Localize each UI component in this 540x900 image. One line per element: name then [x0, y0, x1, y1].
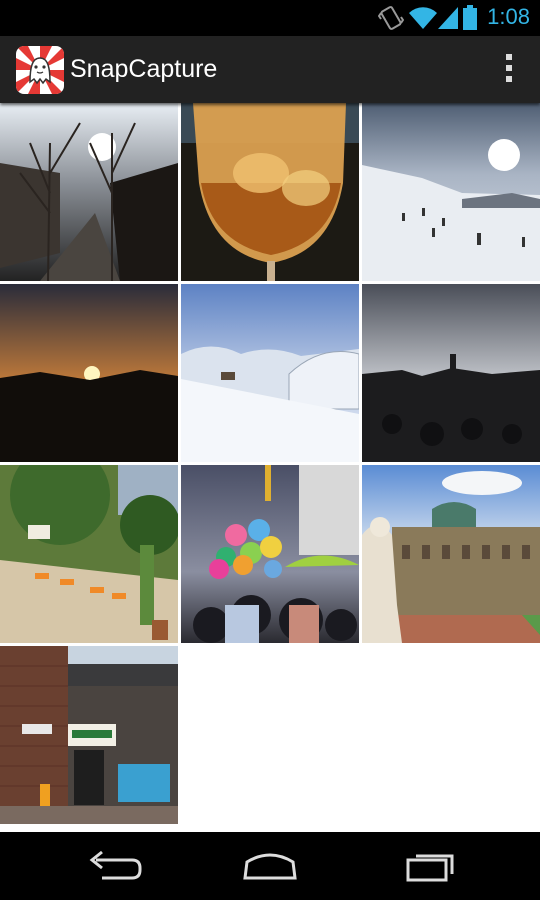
photo-thumbnail[interactable] [0, 465, 178, 643]
vibrate-icon [377, 5, 405, 36]
wifi-icon [408, 5, 438, 36]
photo-thumbnail[interactable] [362, 465, 540, 643]
battery-icon [462, 5, 478, 36]
photo-thumbnail[interactable] [0, 284, 178, 462]
photo-thumbnail[interactable] [181, 103, 359, 281]
photo-thumbnail[interactable] [181, 465, 359, 643]
photo-thumbnail[interactable] [0, 103, 178, 281]
photo-thumbnail[interactable] [0, 646, 178, 824]
photo-gallery [0, 103, 540, 832]
app-title: SnapCapture [70, 55, 218, 83]
action-bar: SnapCapture [0, 36, 540, 103]
cell-signal-icon [436, 5, 460, 36]
overflow-menu-icon[interactable] [502, 54, 516, 86]
home-icon[interactable] [225, 846, 315, 886]
back-icon[interactable] [68, 846, 158, 886]
photo-grid [0, 103, 540, 832]
navigation-bar [0, 832, 540, 900]
photo-thumbnail[interactable] [181, 284, 359, 462]
clock: 1:08 [487, 4, 530, 29]
photo-thumbnail[interactable] [362, 284, 540, 462]
status-bar: 1:08 [0, 0, 540, 36]
photo-thumbnail[interactable] [362, 103, 540, 281]
snapcapture-logo-icon[interactable] [16, 46, 64, 94]
recent-apps-icon[interactable] [386, 846, 476, 886]
